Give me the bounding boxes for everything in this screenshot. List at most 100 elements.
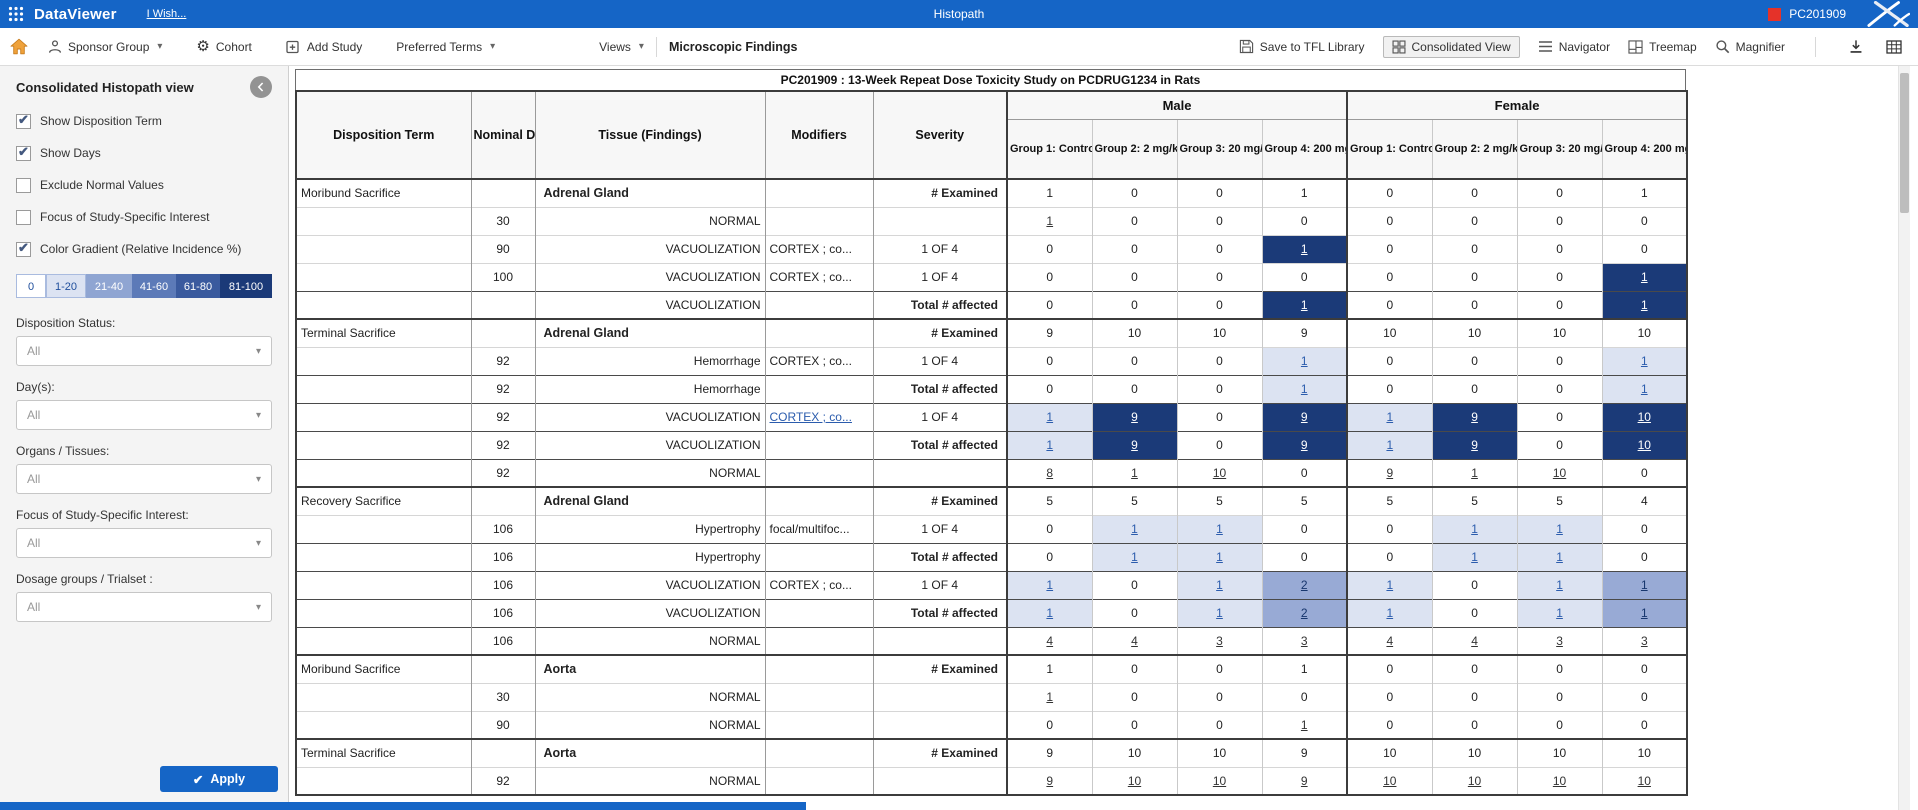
value-cell[interactable]: 1 [1261,710,1348,739]
value-cell[interactable]: 1 [1516,598,1603,627]
value-cell[interactable]: 1 [1516,570,1603,599]
value-cell[interactable]: 1 [1091,542,1177,571]
value-cell[interactable]: 10 [1601,402,1688,431]
apps-grid-icon[interactable] [8,6,24,22]
unchecked-checkbox-icon[interactable] [16,178,31,193]
checkbox-exclude-normal-values[interactable]: Exclude Normal Values [16,178,272,193]
value-cell[interactable]: 10 [1091,766,1177,795]
views-dropdown[interactable]: Views ▾ [599,37,644,57]
value-cell[interactable]: 1 [1091,514,1177,543]
value-cell[interactable]: 1 [1431,514,1518,543]
value-cell[interactable]: 4 [1431,626,1518,655]
modifiers-cell[interactable]: CORTEX ; co... [764,402,873,431]
value-cell[interactable]: 1 [1091,458,1177,487]
value-cell[interactable]: 1 [1176,598,1262,627]
checkbox-show-disposition-term[interactable]: Show Disposition Term [16,112,272,129]
checked-checkbox-icon[interactable] [16,112,31,129]
value-cell[interactable]: 10 [1601,430,1688,459]
toolbar-magnifier[interactable]: Magnifier [1715,36,1785,57]
value-cell[interactable]: 9 [1261,766,1348,795]
toolbar-save-to-tfl-library[interactable]: Save to TFL Library [1239,36,1365,57]
data-table-icon-button[interactable] [1884,38,1904,56]
value-cell[interactable]: 3 [1261,626,1348,655]
value-cell[interactable]: 1 [1176,570,1262,599]
toolbar-cohort[interactable]: ⚙ Cohort [196,36,251,57]
value-cell[interactable]: 10 [1516,766,1603,795]
value-cell[interactable]: 10 [1176,458,1262,487]
filter-select-dosage-groups-trialset[interactable]: All ▾ [16,592,272,622]
checkbox-color-gradient-relative-incidence[interactable]: Color Gradient (Relative Incidence %) [16,240,272,257]
value-cell[interactable]: 9 [1261,430,1348,459]
vertical-scrollbar[interactable] [1898,66,1910,810]
toolbar-sponsor-group[interactable]: Sponsor Group ▾ [48,37,162,57]
value-cell[interactable]: 1 [1176,514,1262,543]
filter-select-disposition-status[interactable]: All ▾ [16,336,272,366]
value-cell[interactable]: 9 [1091,430,1177,459]
i-wish-link[interactable]: I Wish... [147,8,187,20]
value-cell[interactable]: 1 [1346,598,1433,627]
value-cell[interactable]: 2 [1261,570,1348,599]
value-cell[interactable]: 3 [1516,626,1603,655]
value-cell[interactable]: 1 [1601,570,1688,599]
value-cell[interactable]: 9 [1431,402,1518,431]
value-cell[interactable]: 1 [1346,570,1433,599]
value-cell[interactable]: 10 [1346,766,1433,795]
filter-select-day-s[interactable]: All ▾ [16,400,272,430]
value-cell[interactable]: 10 [1516,458,1603,487]
value-cell[interactable]: 2 [1261,598,1348,627]
toolbar-consolidated-view[interactable]: Consolidated View [1382,35,1520,58]
toolbar-preferred-terms[interactable]: Preferred Terms ▾ [396,37,495,57]
collapse-panel-button[interactable] [250,76,272,98]
value-cell[interactable]: 1 [1176,542,1262,571]
value-cell[interactable]: 1 [1431,542,1518,571]
checkbox-show-days[interactable]: Show Days [16,144,272,161]
checked-checkbox-icon[interactable] [16,144,31,161]
home-button[interactable] [10,38,28,55]
value-cell[interactable]: 1 [1006,682,1092,711]
value-cell[interactable]: 1 [1601,290,1688,319]
toolbar-navigator[interactable]: Navigator [1538,37,1610,57]
toolbar-add-study[interactable]: Add Study [286,37,362,57]
value-cell[interactable]: 1 [1261,374,1348,403]
filter-select-organs-tissues[interactable]: All ▾ [16,464,272,494]
value-cell[interactable]: 1 [1346,402,1433,431]
value-cell[interactable]: 10 [1176,766,1262,795]
download-icon-button[interactable] [1846,37,1866,56]
checkbox-focus-of-study-specific-interest[interactable]: Focus of Study-Specific Interest [16,210,272,225]
value-cell[interactable]: 1 [1601,374,1688,403]
value-cell[interactable]: 10 [1431,766,1518,795]
value-cell[interactable]: 1 [1006,598,1092,627]
value-cell[interactable]: 9 [1091,402,1177,431]
unchecked-checkbox-icon[interactable] [16,210,31,225]
value-cell[interactable]: 1 [1431,458,1518,487]
value-cell[interactable]: 1 [1601,346,1688,375]
value-cell[interactable]: 1 [1261,234,1348,263]
value-cell[interactable]: 1 [1261,290,1348,319]
value-cell[interactable]: 1 [1006,430,1092,459]
value-cell[interactable]: 4 [1006,626,1092,655]
value-cell[interactable]: 1 [1346,430,1433,459]
value-cell[interactable]: 8 [1006,458,1092,487]
value-cell[interactable]: 9 [1261,402,1348,431]
value-cell[interactable]: 3 [1601,626,1688,655]
value-cell[interactable]: 3 [1176,626,1262,655]
value-cell[interactable]: 1 [1006,206,1092,235]
value-cell[interactable]: 9 [1006,766,1092,795]
value-cell[interactable]: 1 [1516,542,1603,571]
filter-select-focus-of-study-specific-interest[interactable]: All ▾ [16,528,272,558]
value-cell[interactable]: 1 [1516,514,1603,543]
value-cell[interactable]: 1 [1006,402,1092,431]
value-cell[interactable]: 1 [1601,598,1688,627]
value-cell[interactable]: 10 [1601,766,1688,795]
value-cell[interactable]: 1 [1006,570,1092,599]
value-cell[interactable]: 9 [1346,458,1433,487]
value-cell[interactable]: 4 [1346,626,1433,655]
value-cell[interactable]: 9 [1431,430,1518,459]
checked-checkbox-icon[interactable] [16,240,31,257]
value-cell[interactable]: 1 [1601,262,1688,291]
value-cell[interactable]: 1 [1261,346,1348,375]
scrollbar-thumb[interactable] [1900,73,1909,213]
value-cell[interactable]: 4 [1091,626,1177,655]
toolbar-treemap[interactable]: Treemap [1628,37,1697,57]
apply-button[interactable]: ✔ Apply [160,766,278,792]
